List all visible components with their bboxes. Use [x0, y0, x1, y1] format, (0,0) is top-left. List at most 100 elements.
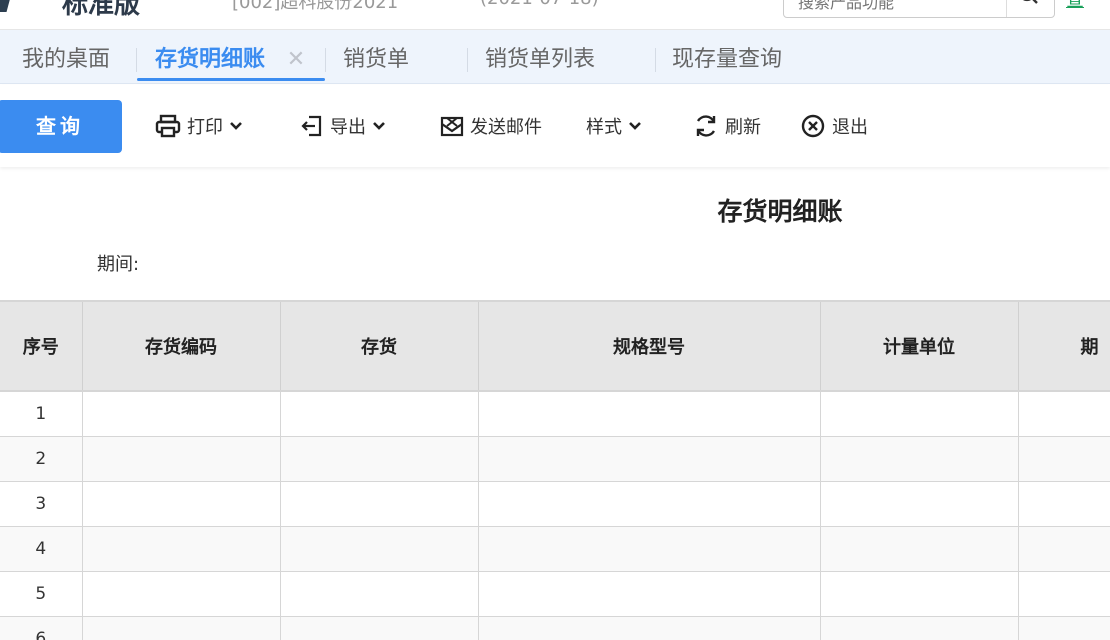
- tab-inventory-ledger[interactable]: 存货明细账 ✕: [155, 30, 305, 84]
- table-cell[interactable]: [478, 616, 821, 640]
- period-label: 期间:: [97, 254, 140, 275]
- table-cell[interactable]: [478, 436, 821, 482]
- exit-button[interactable]: 退出: [800, 111, 868, 141]
- query-button[interactable]: 查询: [0, 100, 122, 153]
- tab-sales-order-list[interactable]: 销货单列表: [485, 30, 595, 84]
- refresh-icon: [696, 115, 716, 137]
- close-circle-icon: [801, 114, 825, 138]
- table-cell[interactable]: [820, 526, 1019, 572]
- tab-divider: [325, 48, 326, 72]
- tab-label: 存货明细账: [155, 47, 266, 72]
- table-cell[interactable]: [82, 481, 281, 527]
- table-row[interactable]: 3: [0, 481, 1110, 527]
- app-logo: [0, 0, 14, 12]
- table-cell[interactable]: [820, 391, 1019, 437]
- tab-label: 我的桌面: [22, 47, 111, 72]
- product-name: 标准版: [62, 0, 141, 20]
- table-header-row: 序号 存货编码 存货 规格型号 计量单位 期: [0, 300, 1110, 392]
- table-cell[interactable]: [82, 571, 281, 617]
- table-cell[interactable]: [82, 616, 281, 640]
- table-cell[interactable]: [280, 481, 479, 527]
- top-header: 标准版 [002]超科股份2021 (2021-07-18) 查: [0, 0, 1110, 30]
- refresh-label: 刷新: [725, 117, 761, 138]
- table-row[interactable]: 2: [0, 436, 1110, 482]
- table-cell[interactable]: [1018, 571, 1110, 617]
- tab-label: 销货单列表: [485, 47, 596, 72]
- table-cell[interactable]: [1018, 391, 1110, 437]
- table-row[interactable]: 6: [0, 616, 1110, 640]
- table-cell[interactable]: [1018, 526, 1110, 572]
- printer-icon: [155, 114, 181, 138]
- column-header-period[interactable]: 期: [1018, 300, 1110, 392]
- export-label: 导出: [330, 117, 366, 138]
- table-row[interactable]: 5: [0, 571, 1110, 617]
- export-button[interactable]: 导出: [300, 111, 386, 141]
- close-icon[interactable]: ✕: [287, 47, 305, 72]
- report-title: 存货明细账: [717, 197, 843, 226]
- tab-label: 销货单: [343, 47, 410, 72]
- tab-my-desktop[interactable]: 我的桌面: [22, 30, 110, 84]
- account-name: [002]超科股份2021: [232, 0, 399, 13]
- table-cell[interactable]: [478, 481, 821, 527]
- row-index: 4: [0, 526, 83, 572]
- chevron-down-icon: [230, 122, 242, 130]
- column-header-spec[interactable]: 规格型号: [478, 300, 821, 392]
- table-cell[interactable]: [478, 526, 821, 572]
- row-index: 5: [0, 571, 83, 617]
- column-header-code[interactable]: 存货编码: [82, 300, 281, 392]
- tab-divider: [467, 48, 468, 72]
- table-cell[interactable]: [820, 481, 1019, 527]
- row-index: 2: [0, 436, 83, 482]
- table-cell[interactable]: [1018, 616, 1110, 640]
- column-header-inventory[interactable]: 存货: [280, 300, 479, 392]
- table-cell[interactable]: [478, 571, 821, 617]
- chevron-down-icon: [629, 122, 641, 130]
- table-cell[interactable]: [280, 391, 479, 437]
- search-button[interactable]: [1007, 0, 1055, 17]
- table-cell[interactable]: [820, 616, 1019, 640]
- print-label: 打印: [187, 117, 223, 138]
- table-cell[interactable]: [820, 571, 1019, 617]
- search-input[interactable]: [784, 0, 1006, 17]
- table-cell[interactable]: [1018, 481, 1110, 527]
- row-index: 3: [0, 481, 83, 527]
- refresh-button[interactable]: 刷新: [693, 111, 761, 141]
- table-row[interactable]: 4: [0, 526, 1110, 572]
- table-cell[interactable]: [82, 391, 281, 437]
- mail-icon: [440, 116, 464, 137]
- toolbar: 查询 打印 导出 发送邮件 样式 刷新 退出: [0, 85, 1110, 167]
- active-tab-indicator: [137, 78, 325, 81]
- header-link[interactable]: 查: [1066, 0, 1084, 12]
- style-button[interactable]: 样式: [586, 111, 642, 141]
- search-icon: [1022, 0, 1038, 4]
- table-cell[interactable]: [478, 391, 821, 437]
- table-cell[interactable]: [820, 436, 1019, 482]
- tab-divider: [655, 48, 656, 72]
- login-date: (2021-07-18): [480, 0, 599, 9]
- tab-sales-order[interactable]: 销货单: [343, 30, 409, 84]
- tab-bar: 我的桌面 存货明细账 ✕ 销货单 销货单列表 现存量查询: [0, 30, 1110, 84]
- table-cell[interactable]: [280, 436, 479, 482]
- style-label: 样式: [586, 117, 622, 138]
- chevron-down-icon: [373, 122, 385, 130]
- table-row[interactable]: 1: [0, 391, 1110, 437]
- column-header-index[interactable]: 序号: [0, 300, 83, 392]
- tab-stock-query[interactable]: 现存量查询: [672, 30, 782, 84]
- table-cell[interactable]: [280, 571, 479, 617]
- tab-label: 现存量查询: [672, 47, 783, 72]
- table-cell[interactable]: [280, 616, 479, 640]
- row-index: 1: [0, 391, 83, 437]
- send-email-button[interactable]: 发送邮件: [440, 111, 542, 141]
- export-icon: [301, 115, 322, 137]
- print-button[interactable]: 打印: [155, 111, 243, 141]
- table-cell[interactable]: [82, 436, 281, 482]
- tab-divider: [136, 48, 137, 72]
- data-table: 序号 存货编码 存货 规格型号 计量单位 期 1 2 3 4 5 6: [0, 300, 1110, 640]
- table-cell[interactable]: [1018, 436, 1110, 482]
- send-email-label: 发送邮件: [470, 117, 542, 138]
- table-cell[interactable]: [280, 526, 479, 572]
- row-index: 6: [0, 616, 83, 640]
- column-header-unit[interactable]: 计量单位: [820, 300, 1019, 392]
- table-cell[interactable]: [82, 526, 281, 572]
- search-box: [783, 0, 1055, 18]
